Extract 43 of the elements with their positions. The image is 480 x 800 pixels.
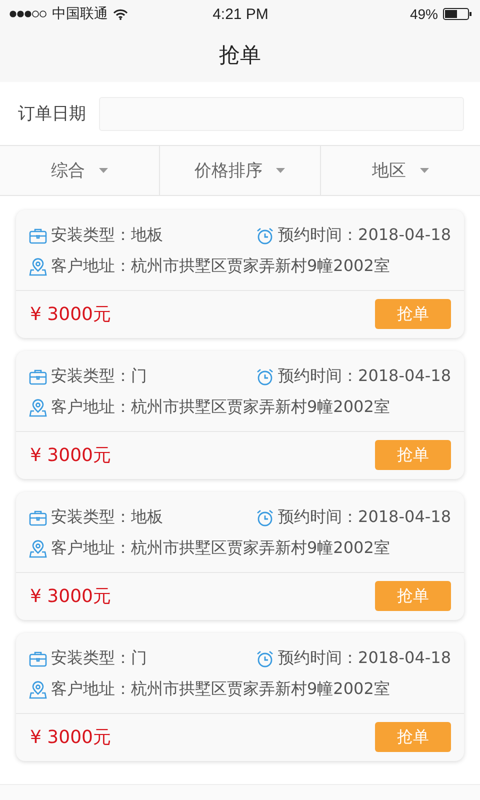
briefcase-icon [29,650,47,666]
install-type: 安装类型：地板 [51,225,163,246]
customer-address: 客户地址：杭州市拱墅区贾家弄新村9幢2002室 [51,397,390,418]
customer-address: 客户地址：杭州市拱墅区贾家弄新村9幢2002室 [51,256,390,277]
battery-icon [443,8,472,20]
customer-address: 客户地址：杭州市拱墅区贾家弄新村9幢2002室 [51,538,390,559]
appointment-time: 预约时间：2018-04-18 [278,507,451,528]
order-price: ¥ 3000元 [30,444,111,467]
install-type: 安装类型：门 [51,366,147,387]
location-pin-icon [29,258,47,276]
order-price: ¥ 3000元 [30,726,111,749]
appointment-time: 预约时间：2018-04-18 [278,366,451,387]
battery-percent: 49% [410,6,438,22]
caret-icon [276,168,286,173]
location-pin-icon [29,680,47,698]
order-price: ¥ 3000元 [30,303,111,326]
install-type: 安装类型：地板 [51,507,163,528]
carrier-name: 中国联通 [52,5,108,23]
location-pin-icon [29,398,47,416]
customer-address: 客户地址：杭州市拱墅区贾家弄新村9幢2002室 [51,679,390,700]
grab-order-button[interactable]: 抢单 [375,722,451,752]
caret-icon [420,168,429,173]
alarm-clock-icon [256,508,274,526]
wifi-icon [113,8,128,20]
location-pin-icon [29,540,47,558]
appointment-time: 预约时间：2018-04-18 [278,648,451,669]
page-title: 抢单 [219,42,261,69]
date-label: 订单日期 [18,103,86,125]
briefcase-icon [29,510,47,526]
grab-order-button[interactable]: 抢单 [375,299,451,329]
alarm-clock-icon [256,650,274,668]
alarm-clock-icon [256,226,274,244]
grab-order-button[interactable]: 抢单 [375,581,451,611]
install-type: 安装类型：门 [51,648,147,669]
caret-icon [99,168,108,173]
briefcase-icon [29,368,47,384]
order-price: ¥ 3000元 [30,585,111,608]
clock-time: 4:21 PM [212,6,268,22]
appointment-time: 预约时间：2018-04-18 [278,225,451,246]
grab-order-button[interactable]: 抢单 [375,440,451,470]
alarm-clock-icon [256,368,274,386]
briefcase-icon [29,228,47,244]
signal-icon [9,10,47,18]
